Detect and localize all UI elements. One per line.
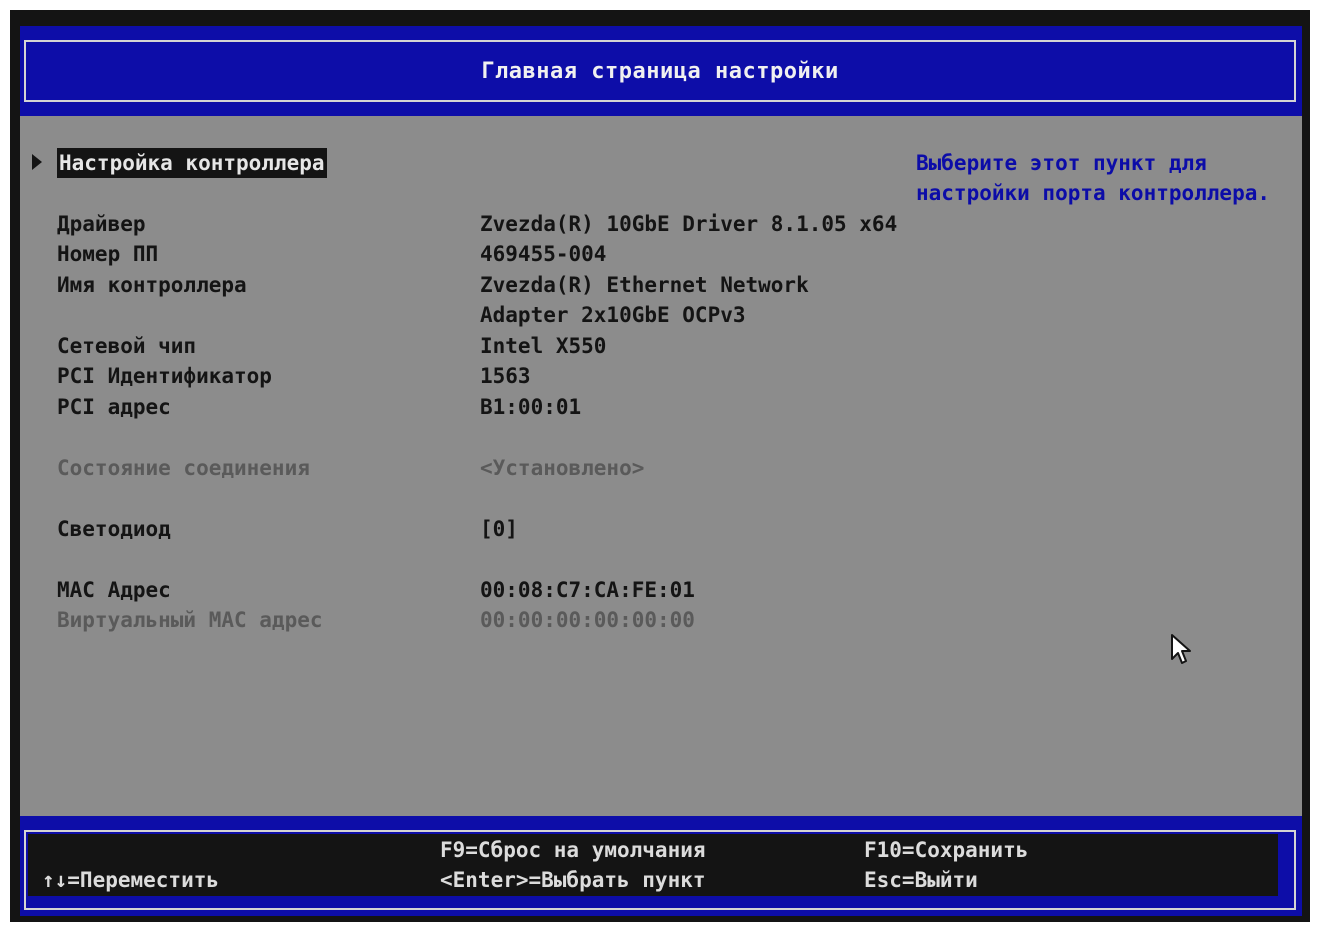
info-value: 1563: [480, 364, 531, 388]
info-value: Zvezda(R) 10GbE Driver 8.1.05 x64: [480, 212, 898, 236]
help-text: Выберите этот пункт для настройки порта …: [916, 148, 1296, 208]
bios-screen: Главная страница настройки Настройка кон…: [20, 26, 1302, 916]
info-label: Сетевой чип: [57, 334, 197, 358]
info-value: Zvezda(R) Ethernet Network: [480, 273, 809, 297]
footer-keys: ↑↓=Переместить F9=Сброс на умолчания <En…: [28, 834, 1278, 896]
info-row-network-chip: Сетевой чип Intel X550: [20, 331, 920, 361]
hint-defaults: F9=Сброс на умолчания: [440, 838, 706, 862]
help-line-2: настройки порта контроллера.: [916, 181, 1271, 205]
info-row-pci-id: PCI Идентификатор 1563: [20, 361, 920, 391]
info-label: PCI адрес: [57, 395, 171, 419]
info-value: B1:00:01: [480, 395, 582, 419]
info-row-part-number: Номер ПП 469455-004: [20, 239, 920, 269]
virtual-mac-label: Виртуальный MAC адрес: [57, 608, 323, 632]
info-row-controller-name: Имя контроллера Zvezda(R) Ethernet Netwo…: [20, 270, 920, 300]
triangle-right-icon: [32, 154, 42, 170]
led-value-field[interactable]: [0]: [480, 514, 518, 544]
info-row-driver: Драйвер Zvezda(R) 10GbE Driver 8.1.05 x6…: [20, 209, 920, 239]
mac-label: MAC Адрес: [57, 578, 171, 602]
led-label: Светодиод: [57, 517, 171, 541]
info-row-pci-address: PCI адрес B1:00:01: [20, 392, 920, 422]
footer-bar: ↑↓=Переместить F9=Сброс на умолчания <En…: [20, 816, 1302, 916]
menu-item-label[interactable]: Настройка контроллера: [57, 148, 327, 178]
info-label: Имя контроллера: [57, 273, 247, 297]
title-bar: Главная страница настройки: [20, 26, 1302, 116]
link-state-value: <Установлено>: [480, 456, 645, 480]
info-label: PCI Идентификатор: [57, 364, 272, 388]
info-value-continued: Adapter 2x10GbE OCPv3: [480, 303, 746, 327]
help-line-1: Выберите этот пункт для: [916, 151, 1207, 175]
menu-item-controller-config[interactable]: Настройка контроллера: [20, 148, 920, 178]
info-label: Номер ПП: [57, 242, 159, 266]
link-state-label: Состояние соединения: [57, 456, 310, 480]
info-value: Intel X550: [480, 334, 607, 358]
virtual-mac-row: Виртуальный MAC адрес 00:00:00:00:00:00: [20, 605, 920, 635]
hint-move: ↑↓=Переместить: [42, 868, 220, 892]
info-row-controller-name-cont: Adapter 2x10GbE OCPv3: [20, 300, 920, 330]
hint-select: <Enter>=Выбрать пункт: [440, 868, 706, 892]
info-label: Драйвер: [57, 212, 146, 236]
mac-value: 00:08:C7:CA:FE:01: [480, 578, 695, 602]
virtual-mac-value: 00:00:00:00:00:00: [480, 608, 695, 632]
content-area: Настройка контроллера Выберите этот пунк…: [20, 116, 1302, 816]
led-row[interactable]: Светодиод [0]: [20, 514, 920, 544]
title-box: Главная страница настройки: [24, 40, 1296, 102]
page-title: Главная страница настройки: [481, 58, 839, 84]
info-value: 469455-004: [480, 242, 607, 266]
mac-row: MAC Адрес 00:08:C7:CA:FE:01: [20, 575, 920, 605]
hint-save: F10=Сохранить: [864, 838, 1029, 862]
hint-exit: Esc=Выйти: [864, 868, 978, 892]
mouse-cursor-icon: [1170, 633, 1194, 671]
link-state-row: Состояние соединения <Установлено>: [20, 453, 920, 483]
